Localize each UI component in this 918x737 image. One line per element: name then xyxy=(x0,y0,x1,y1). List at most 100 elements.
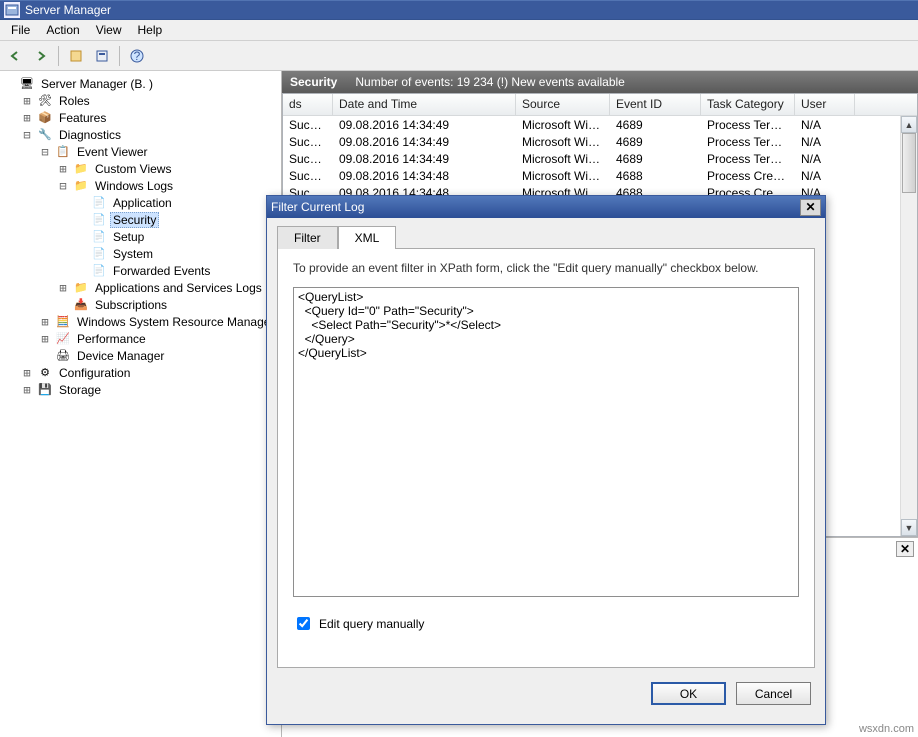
cell-datetime: 09.08.2016 14:34:49 xyxy=(333,118,516,132)
performance-icon: 📈 xyxy=(55,331,71,347)
cell-taskcategory: Process Termi... xyxy=(701,118,795,132)
dialog-close-button[interactable]: ✕ xyxy=(800,199,821,216)
tree-log-setup[interactable]: 📄Setup xyxy=(2,228,279,245)
scroll-down-icon[interactable]: ▼ xyxy=(901,519,917,536)
dialog-body: To provide an event filter in XPath form… xyxy=(277,248,815,668)
cell-source: Microsoft Win... xyxy=(516,152,610,166)
cell-taskcategory: Process Termi... xyxy=(701,152,795,166)
tree-windows-logs[interactable]: ⊟📁Windows Logs xyxy=(2,177,279,194)
tree-diagnostics[interactable]: ⊟🔧Diagnostics xyxy=(2,126,279,143)
content-header-title: Security xyxy=(290,75,337,89)
grid-body[interactable]: Success09.08.2016 14:34:49Microsoft Win.… xyxy=(283,116,917,201)
grid-header[interactable]: ds Date and Time Source Event ID Task Ca… xyxy=(283,94,917,116)
xml-query-textarea[interactable] xyxy=(293,287,799,597)
dialog-tabs: Filter XML xyxy=(277,225,815,248)
scroll-thumb[interactable] xyxy=(902,133,916,193)
tree-features[interactable]: ⊞📦Features xyxy=(2,109,279,126)
tree-log-system[interactable]: 📄System xyxy=(2,245,279,262)
back-button[interactable] xyxy=(4,45,26,67)
tree-root[interactable]: 🖥Server Manager (B. ) xyxy=(2,75,279,92)
dialog-titlebar[interactable]: Filter Current Log ✕ xyxy=(267,196,825,218)
ok-button[interactable]: OK xyxy=(651,682,726,705)
table-row[interactable]: Success09.08.2016 14:34:49Microsoft Win.… xyxy=(283,150,917,167)
edit-query-manually-checkbox[interactable] xyxy=(297,617,310,630)
refresh-button[interactable] xyxy=(65,45,87,67)
tree-custom-views[interactable]: ⊞📁Custom Views xyxy=(2,160,279,177)
tab-xml[interactable]: XML xyxy=(338,226,397,249)
tree-event-viewer[interactable]: ⊟📋Event Viewer xyxy=(2,143,279,160)
cell-user: N/A xyxy=(795,135,855,149)
col-datetime[interactable]: Date and Time xyxy=(333,94,516,115)
log-icon: 📄 xyxy=(91,229,107,245)
cell-keywords: Success xyxy=(283,118,333,132)
svg-text:?: ? xyxy=(134,49,141,63)
cell-eventid: 4689 xyxy=(610,152,701,166)
folder-icon: 📁 xyxy=(73,280,89,296)
tree-performance[interactable]: ⊞📈Performance xyxy=(2,330,279,347)
cell-user: N/A xyxy=(795,118,855,132)
wsrm-icon: 🧮 xyxy=(55,314,71,330)
cell-eventid: 4689 xyxy=(610,118,701,132)
cell-source: Microsoft Win... xyxy=(516,135,610,149)
tree-log-application[interactable]: 📄Application xyxy=(2,194,279,211)
vertical-scrollbar[interactable]: ▲ ▼ xyxy=(900,116,917,536)
forward-button[interactable] xyxy=(30,45,52,67)
window-title: Server Manager xyxy=(25,3,111,17)
tab-filter[interactable]: Filter xyxy=(277,226,338,249)
tree-log-forwarded[interactable]: 📄Forwarded Events xyxy=(2,262,279,279)
menu-action[interactable]: Action xyxy=(39,21,86,39)
scroll-up-icon[interactable]: ▲ xyxy=(901,116,917,133)
tree-app-svc-logs[interactable]: ⊞📁Applications and Services Logs xyxy=(2,279,279,296)
menu-file[interactable]: File xyxy=(4,21,37,39)
roles-icon: 🛠 xyxy=(37,93,53,109)
tree-wsrm[interactable]: ⊞🧮Windows System Resource Manager xyxy=(2,313,279,330)
cell-user: N/A xyxy=(795,152,855,166)
cell-source: Microsoft Win... xyxy=(516,169,610,183)
filter-dialog: Filter Current Log ✕ Filter XML To provi… xyxy=(266,195,826,725)
tree-subscriptions[interactable]: 📥Subscriptions xyxy=(2,296,279,313)
log-icon: 📄 xyxy=(91,212,107,228)
dialog-buttons: OK Cancel xyxy=(267,678,825,715)
log-icon: 📄 xyxy=(91,246,107,262)
folder-icon: 📁 xyxy=(73,161,89,177)
col-taskcategory[interactable]: Task Category xyxy=(701,94,795,115)
dialog-instruction: To provide an event filter in XPath form… xyxy=(293,261,799,275)
subscriptions-icon: 📥 xyxy=(73,297,89,313)
tree-log-security[interactable]: 📄Security xyxy=(2,211,279,228)
cell-user: N/A xyxy=(795,169,855,183)
diagnostics-icon: 🔧 xyxy=(37,127,53,143)
table-row[interactable]: Success09.08.2016 14:34:49Microsoft Win.… xyxy=(283,133,917,150)
table-row[interactable]: Success09.08.2016 14:34:48Microsoft Win.… xyxy=(283,167,917,184)
content-header: Security Number of events: 19 234 (!) Ne… xyxy=(282,71,918,93)
properties-button[interactable] xyxy=(91,45,113,67)
menu-view[interactable]: View xyxy=(89,21,129,39)
navigation-tree[interactable]: 🖥Server Manager (B. ) ⊞🛠Roles ⊞📦Features… xyxy=(0,71,282,737)
tree-configuration[interactable]: ⊞⚙Configuration xyxy=(2,364,279,381)
window-titlebar: Server Manager xyxy=(0,0,918,20)
folder-icon: 📁 xyxy=(73,178,89,194)
device-manager-icon: 🖨 xyxy=(55,348,71,364)
col-keywords[interactable]: ds xyxy=(283,94,333,115)
log-icon: 📄 xyxy=(91,195,107,211)
menubar: File Action View Help xyxy=(0,20,918,41)
cell-eventid: 4688 xyxy=(610,169,701,183)
col-eventid[interactable]: Event ID xyxy=(610,94,701,115)
menu-help[interactable]: Help xyxy=(131,21,170,39)
toolbar-divider xyxy=(58,46,59,66)
dialog-title: Filter Current Log xyxy=(271,200,364,214)
table-row[interactable]: Success09.08.2016 14:34:49Microsoft Win.… xyxy=(283,116,917,133)
cell-eventid: 4689 xyxy=(610,135,701,149)
toolbar-divider xyxy=(119,46,120,66)
details-close-button[interactable]: ✕ xyxy=(896,541,914,557)
toolbar: ? xyxy=(0,41,918,71)
storage-icon: 💾 xyxy=(37,382,53,398)
cancel-button[interactable]: Cancel xyxy=(736,682,811,705)
help-button[interactable]: ? xyxy=(126,45,148,67)
tree-roles[interactable]: ⊞🛠Roles xyxy=(2,92,279,109)
tree-device-manager[interactable]: 🖨Device Manager xyxy=(2,347,279,364)
col-user[interactable]: User xyxy=(795,94,855,115)
edit-query-manually-label: Edit query manually xyxy=(319,617,424,631)
col-source[interactable]: Source xyxy=(516,94,610,115)
cell-datetime: 09.08.2016 14:34:48 xyxy=(333,169,516,183)
tree-storage[interactable]: ⊞💾Storage xyxy=(2,381,279,398)
